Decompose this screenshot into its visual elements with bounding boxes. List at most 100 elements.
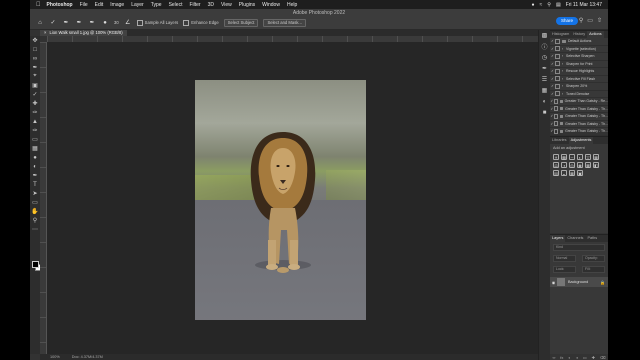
type-tool-icon[interactable]: T: [30, 180, 40, 189]
dodge-tool-icon[interactable]: ◐: [30, 162, 40, 171]
action-set-row[interactable]: ✓ Greater Than Gatsby - Th...: [550, 113, 608, 121]
apple-icon[interactable]: : [36, 2, 41, 8]
dialog-toggle-icon[interactable]: [553, 128, 559, 134]
exposure-icon[interactable]: ◐: [577, 154, 583, 160]
action-set-row[interactable]: ✓ Default Actions: [550, 38, 608, 46]
foreground-color-swatch[interactable]: [32, 261, 39, 268]
brightness-contrast-icon[interactable]: ☀: [553, 154, 559, 160]
dialog-toggle-icon[interactable]: [553, 98, 558, 104]
enhance-edge-checkbox[interactable]: Enhance Edge: [183, 19, 219, 26]
action-row[interactable]: ✓ › Sharpen for Print: [550, 61, 608, 68]
blend-mode-select[interactable]: Normal: [553, 255, 576, 262]
posterize-icon[interactable]: ▤: [553, 170, 559, 176]
healing-brush-tool-icon[interactable]: ✚: [30, 99, 40, 108]
gradient-tool-icon[interactable]: ▦: [30, 144, 40, 153]
menu-view[interactable]: View: [221, 2, 232, 8]
levels-icon[interactable]: ▩: [561, 154, 567, 160]
lock-controls[interactable]: Lock:: [553, 266, 576, 273]
menu-help[interactable]: Help: [287, 2, 297, 8]
action-row[interactable]: ✓ › Rescue Highlights: [550, 68, 608, 76]
sample-all-layers-checkbox[interactable]: Sample All Layers: [136, 19, 178, 26]
histogram-icon[interactable]: ▩: [539, 30, 550, 41]
eye-icon[interactable]: ◉: [550, 280, 557, 285]
action-set-row[interactable]: ✓ Greater Than Gatsby - Th...: [550, 106, 608, 113]
photo-filter-icon[interactable]: ◎: [569, 162, 575, 168]
foreground-background-colors[interactable]: [32, 261, 42, 271]
dialog-toggle-icon[interactable]: [555, 38, 560, 44]
3d-icon[interactable]: ◐: [539, 96, 550, 107]
brush-size-value[interactable]: 30: [114, 20, 119, 25]
trash-icon[interactable]: ⌫: [600, 355, 606, 360]
share-export-icon[interactable]: ⇧: [597, 17, 602, 24]
control-center-icon[interactable]: ▤: [556, 2, 561, 8]
move-tool-icon[interactable]: ✥: [30, 36, 40, 45]
document-image[interactable]: [195, 80, 366, 320]
quick-select-tool-icon[interactable]: ✓: [49, 19, 57, 26]
zoom-tool-icon[interactable]: ⚲: [30, 216, 40, 225]
black-white-icon[interactable]: ◑: [561, 162, 567, 168]
layer-name[interactable]: Background: [568, 280, 588, 284]
dialog-toggle-icon[interactable]: [553, 106, 559, 112]
dialog-toggle-icon[interactable]: [555, 68, 560, 74]
adjustment-layer-icon[interactable]: ◑: [576, 355, 578, 360]
clock[interactable]: Fri 11 Mar 13:47: [566, 2, 602, 8]
action-row[interactable]: ✓ › Selective Sharpen: [550, 53, 608, 61]
action-set-row[interactable]: ✓ Greater Than Gatsby - Th...: [550, 128, 608, 136]
frame-tool-icon[interactable]: ▣: [30, 81, 40, 90]
tab-paths[interactable]: Paths: [585, 235, 599, 242]
dialog-toggle-icon[interactable]: [553, 113, 559, 119]
selective-color-icon[interactable]: ▣: [577, 170, 583, 176]
menu-image[interactable]: Image: [110, 2, 124, 8]
new-layer-icon[interactable]: ✚: [592, 355, 595, 360]
color-icon[interactable]: ■: [539, 107, 550, 118]
hand-tool-icon[interactable]: ✋: [30, 207, 40, 216]
wifi-icon[interactable]: ≈: [540, 2, 543, 8]
invert-icon[interactable]: ◧: [593, 162, 599, 168]
brush-settings-icon[interactable]: ✒: [539, 63, 550, 74]
path-selection-tool-icon[interactable]: ➤: [30, 189, 40, 198]
tab-history[interactable]: History: [571, 31, 587, 38]
new-selection-icon[interactable]: ✒: [62, 19, 70, 26]
eraser-tool-icon[interactable]: ▭: [30, 135, 40, 144]
brush-angle-icon[interactable]: ∠: [124, 19, 132, 26]
lasso-tool-icon[interactable]: ∞: [30, 54, 40, 63]
subtract-selection-icon[interactable]: ✒: [88, 19, 96, 26]
brush-tool-icon[interactable]: ✑: [30, 108, 40, 117]
swatches-icon[interactable]: ▦: [539, 85, 550, 96]
menu-edit[interactable]: Edit: [95, 2, 104, 8]
dialog-toggle-icon[interactable]: [555, 46, 560, 52]
history-brush-tool-icon[interactable]: ✑: [30, 126, 40, 135]
channel-mixer-icon[interactable]: ◉: [577, 162, 583, 168]
action-set-row[interactable]: ✓ Greater Than Gatsby - Th...: [550, 121, 608, 128]
hue-saturation-icon[interactable]: ▦: [593, 154, 599, 160]
threshold-icon[interactable]: ◒: [561, 170, 567, 176]
dialog-toggle-icon[interactable]: [555, 91, 560, 97]
close-icon[interactable]: ×: [44, 30, 46, 35]
clone-stamp-tool-icon[interactable]: ▲: [30, 117, 40, 126]
brush-preset-icon[interactable]: ●: [101, 19, 109, 26]
history-icon[interactable]: ◷: [539, 52, 550, 63]
action-row[interactable]: ✓ › Selective Fill Flash: [550, 76, 608, 83]
link-layers-icon[interactable]: ∞: [552, 355, 555, 360]
app-menu[interactable]: Photoshop: [47, 2, 73, 8]
canvas-area[interactable]: [47, 42, 538, 354]
zoom-level[interactable]: 100%: [50, 355, 60, 359]
menu-layer[interactable]: Layer: [131, 2, 144, 8]
menu-select[interactable]: Select: [169, 2, 183, 8]
tab-libraries[interactable]: Libraries: [550, 137, 569, 144]
tab-adjustments[interactable]: Adjustments: [568, 137, 594, 144]
action-row[interactable]: ✓ › Toned Denoise: [550, 91, 608, 98]
marquee-tool-icon[interactable]: □: [30, 45, 40, 54]
tab-channels[interactable]: Channels: [565, 235, 585, 242]
dialog-toggle-icon[interactable]: [555, 76, 560, 82]
select-and-mask-button[interactable]: Select and Mask...: [263, 18, 306, 27]
eyedropper-tool-icon[interactable]: ✓: [30, 90, 40, 99]
menu-window[interactable]: Window: [262, 2, 280, 8]
dialog-toggle-icon[interactable]: [555, 83, 560, 89]
properties-icon[interactable]: ☰: [539, 74, 550, 85]
dialog-toggle-icon[interactable]: [553, 121, 559, 127]
menu-3d[interactable]: 3D: [208, 2, 214, 8]
dialog-toggle-icon[interactable]: [555, 53, 560, 59]
quick-selection-tool-icon[interactable]: ✒: [30, 63, 40, 72]
action-set-row[interactable]: ✓ Greater Than Gatsby - Re...: [550, 98, 608, 106]
